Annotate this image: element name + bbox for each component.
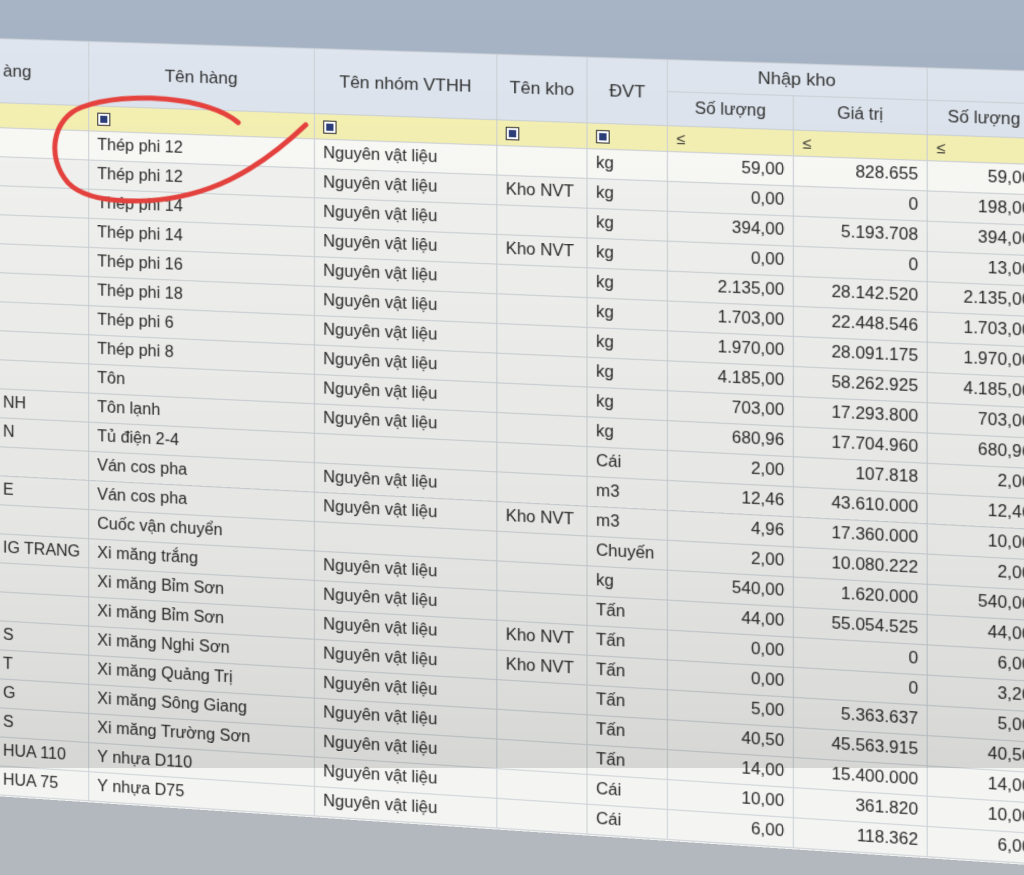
cell-so-luong-2[interactable]: 59,00: [927, 160, 1024, 196]
col-header-ten-kho[interactable]: Tên kho: [496, 54, 588, 123]
cell-dvt[interactable]: Cái: [587, 804, 668, 840]
cell-dvt[interactable]: Tấn: [587, 655, 668, 690]
filter-cell-code[interactable]: [0, 102, 89, 131]
col-header-ten-nhom[interactable]: Tên nhóm VTHH: [314, 48, 497, 120]
cell-ten-kho[interactable]: [496, 382, 588, 417]
cell-code[interactable]: [0, 185, 89, 219]
inventory-grid: àng Tên hàng Tên nhóm VTHH Tên kho ĐVT N…: [0, 38, 1024, 868]
cell-ten-kho[interactable]: [496, 145, 588, 179]
cell-dvt[interactable]: kg: [587, 386, 668, 421]
cell-ten-kho[interactable]: Kho NVT: [496, 234, 588, 268]
cell-code[interactable]: [0, 301, 89, 335]
cell-so-luong-2[interactable]: 6,00: [927, 826, 1024, 865]
cell-so-luong[interactable]: 59,00: [667, 151, 794, 186]
col-header-ten-hang[interactable]: Tên hàng: [88, 41, 315, 114]
cell-dvt[interactable]: Chuyến: [587, 535, 668, 571]
cell-dvt[interactable]: kg: [587, 237, 668, 272]
cell-dvt[interactable]: kg: [587, 208, 668, 242]
col-header-blank: [927, 67, 1024, 104]
cell-code[interactable]: [0, 330, 89, 364]
cell-dvt[interactable]: kg: [587, 416, 668, 451]
cell-code[interactable]: [0, 504, 89, 539]
cell-ten-kho[interactable]: [496, 471, 588, 507]
cell-ten-kho[interactable]: [496, 323, 588, 358]
filter-checkbox-icon[interactable]: [97, 112, 111, 127]
cell-dvt[interactable]: kg: [587, 178, 668, 212]
cell-dvt[interactable]: Tấn: [587, 595, 668, 630]
cell-so-luong-2[interactable]: 2.135,00: [927, 281, 1024, 317]
cell-dvt[interactable]: kg: [587, 297, 668, 331]
cell-ten-kho[interactable]: Kho NVT: [496, 175, 588, 209]
cell-code[interactable]: [0, 156, 89, 190]
cell-ten-kho[interactable]: Kho NVT: [496, 501, 588, 536]
cell-dvt[interactable]: Cái: [587, 446, 668, 481]
col-header-so-luong[interactable]: Số lượng: [667, 91, 794, 130]
cell-dvt[interactable]: kg: [587, 565, 668, 601]
col-header-gia-tri[interactable]: Giá trị: [793, 95, 928, 135]
cell-so-luong[interactable]: 0,00: [667, 181, 794, 217]
cell-so-luong-2[interactable]: 198,00: [927, 190, 1024, 226]
cell-dvt[interactable]: kg: [587, 148, 668, 182]
cell-code[interactable]: [0, 243, 89, 277]
cell-gia-tri[interactable]: 828.655: [793, 155, 928, 191]
cell-ten-kho[interactable]: [496, 264, 588, 298]
cell-ten-kho[interactable]: [496, 442, 588, 477]
cell-code[interactable]: [0, 127, 89, 160]
cell-code[interactable]: NH: [0, 388, 89, 423]
col-header-code[interactable]: àng: [0, 38, 89, 106]
filter-checkbox-icon[interactable]: [596, 129, 610, 144]
filter-checkbox-icon[interactable]: [505, 126, 520, 141]
monitor-screen: àng Tên hàng Tên nhóm VTHH Tên kho ĐVT N…: [0, 0, 1024, 875]
cell-dvt[interactable]: kg: [587, 357, 668, 391]
col-header-so-luong-2[interactable]: Số lượng: [927, 100, 1024, 139]
cell-code[interactable]: [0, 272, 89, 306]
cell-code[interactable]: N: [0, 417, 89, 452]
filter-cell-dvt[interactable]: [587, 122, 668, 152]
cell-code[interactable]: HUA 75: [0, 765, 89, 801]
cell-ten-kho[interactable]: [496, 204, 588, 238]
cell-dvt[interactable]: kg: [587, 327, 668, 361]
cell-ten-kho[interactable]: [496, 293, 588, 328]
cell-dvt[interactable]: m3: [587, 476, 668, 511]
cell-code[interactable]: [0, 359, 89, 394]
cell-dvt[interactable]: m3: [587, 506, 668, 541]
cell-dvt[interactable]: Tấn: [587, 685, 668, 720]
cell-code[interactable]: [0, 446, 89, 481]
filter-cell-ten-kho[interactable]: [496, 119, 588, 149]
cell-so-luong-2[interactable]: 394,00: [927, 221, 1024, 256]
col-header-dvt[interactable]: ĐVT: [587, 57, 668, 126]
filter-checkbox-icon[interactable]: [323, 120, 337, 135]
filter-cell-so-luong-2[interactable]: ≤: [927, 134, 1024, 165]
cell-code[interactable]: [0, 214, 89, 248]
cell-so-luong-2[interactable]: 13,00: [927, 251, 1024, 287]
cell-code[interactable]: E: [0, 475, 89, 510]
cell-ten-kho[interactable]: [496, 412, 588, 447]
cell-dvt[interactable]: kg: [587, 267, 668, 301]
cell-dvt[interactable]: Tấn: [587, 625, 668, 660]
cell-ten-kho[interactable]: [496, 353, 588, 387]
cell-ten-kho[interactable]: [496, 798, 588, 835]
cell-ten-kho[interactable]: [496, 531, 588, 566]
